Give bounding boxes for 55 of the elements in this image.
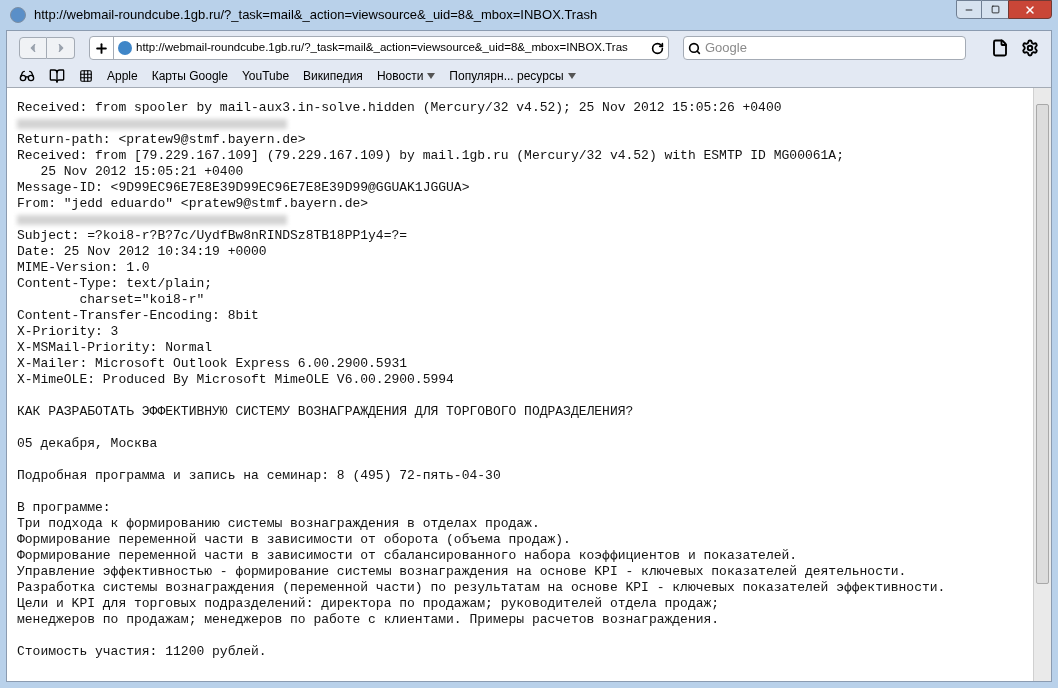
grid-icon[interactable]	[79, 69, 93, 83]
source-line: Received: from spooler by mail-aux3.in-solve.hidden (Mercury/32 v4.52); 25 Nov 2012 15:05:26 +0400	[17, 100, 782, 116]
source-line: MIME-Version: 1.0	[17, 260, 150, 276]
source-line: Стоимость участия: 11200 рублей.	[17, 644, 267, 660]
maximize-button[interactable]	[982, 0, 1008, 19]
bookmark-link[interactable]: Новости	[376, 67, 436, 85]
bookmark-link[interactable]: Популярн... ресурсы	[449, 67, 576, 85]
source-line: КАК РАЗРАБОТАТЬ ЭФФЕКТИВНУЮ СИСТЕМУ ВОЗНАГРАЖДЕНИЯ ДЛЯ ТОРГОВОГО ПОДРАЗДЕЛЕНИЯ?	[17, 404, 634, 420]
search-placeholder: Google	[705, 39, 747, 58]
source-line: Формирование переменной части в зависимости от оборота (объема продаж).	[17, 532, 571, 548]
caret-icon	[567, 73, 576, 79]
book-icon[interactable]	[49, 68, 65, 84]
maximize-icon	[990, 5, 1000, 14]
source-line: Формирование переменной части в зависимости от сбалансированного набора коэффициентов и показателей.	[17, 548, 798, 564]
source-line: Subject: =?koi8-r?B?7c/UydfBw8nRINDSz8TB18PP1y4=?=	[17, 228, 408, 244]
address-text: http://webmail-roundcube.1gb.ru/?_task=mail&_action=viewsource&_uid=8&_mbox=INBOX.Tras	[136, 40, 628, 56]
source-line: Content-Type: text/plain;	[17, 276, 213, 292]
scrollbar[interactable]	[1033, 88, 1051, 681]
source-line: charset="koi8-r"	[78, 292, 205, 308]
source-line: Return-path: <pratew9@stmf.bayern.de>	[17, 132, 306, 148]
search-icon	[688, 41, 701, 55]
source-line: Date: 25 Nov 2012 10:34:19 +0000	[17, 244, 267, 260]
source-line: From: "jedd eduardo" <pratew9@stmf.bayern.de>	[17, 196, 369, 212]
bookmark-link[interactable]: Apple	[107, 67, 138, 85]
caret-icon	[427, 73, 436, 79]
source-line: X-MimeOLE: Produced By Microsoft MimeOLE V6.00.2900.5994	[17, 372, 454, 388]
window-title: http://webmail-roundcube.1gb.ru/?_task=mail&_action=viewsource&_uid=8&_mbox=INBOX.Trash	[34, 6, 599, 25]
source-line: Три подхода к формированию системы вознаграждения в отделах продаж.	[17, 516, 540, 532]
close-button[interactable]	[1008, 0, 1052, 19]
page-menu-icon[interactable]	[991, 39, 1009, 57]
source-line: X-MSMail-Priority: Normal	[17, 340, 213, 356]
search-field[interactable]: Google	[683, 36, 966, 60]
source-line: 05 декабря, Москва	[17, 436, 158, 452]
source-line: 25 Nov 2012 15:05:21 +0400	[39, 164, 244, 180]
bookmark-link[interactable]: Википедия	[303, 67, 363, 85]
source-line: В программе:	[17, 500, 111, 516]
reload-icon[interactable]	[651, 41, 664, 55]
close-icon	[1024, 3, 1036, 16]
source-line: X-Mailer: Microsoft Outlook Express 6.00.2900.5931	[17, 356, 408, 372]
source-line: Received: from [79.229.167.109] (79.229.167.109) by mail.1gb.ru (Mercury/32 v4.52) with ESMTP ID MG00061A;	[17, 148, 844, 164]
address-bar[interactable]: http://webmail-roundcube.1gb.ru/?_task=mail&_action=viewsource&_uid=8&_mbox=INBOX.Tras	[89, 36, 669, 60]
source-line: Подробная программа и запись на семинар: 8 (495) 72-пять-04-30	[17, 468, 501, 484]
source-line: Content-Transfer-Encoding: 8bit	[17, 308, 259, 324]
minimize-button[interactable]	[956, 0, 982, 19]
source-line: Message-ID: <9D99EC96E7E8E39D99EC96E7E8E39D99@GGUAK1JGGUA>	[17, 180, 470, 196]
glasses-icon[interactable]	[19, 68, 35, 84]
bookmark-link[interactable]: YouTube	[241, 67, 290, 85]
source-line: X-Priority: 3	[17, 324, 119, 340]
settings-icon[interactable]	[1021, 39, 1039, 57]
source-line: менеджеров по продажам; менеджеров по работе с клиентами. Примеры расчетов вознаграждения.	[17, 612, 720, 628]
source-line: Цели и KPI для торговых подразделений: директора по продажам; руководителей отдела продаж;	[17, 596, 720, 612]
source-line: Управление эффективностью - формирование системы вознаграждения на основе KPI - ключевых показателей деятельности.	[17, 564, 907, 580]
bookmark-link[interactable]: Карты Google	[151, 67, 228, 85]
add-bookmark-icon[interactable]	[94, 40, 109, 56]
source-line: Разработка системы вознаграждения (переменной части) по результатам на основе KPI - ключевых показателей эффективности.	[17, 580, 946, 596]
